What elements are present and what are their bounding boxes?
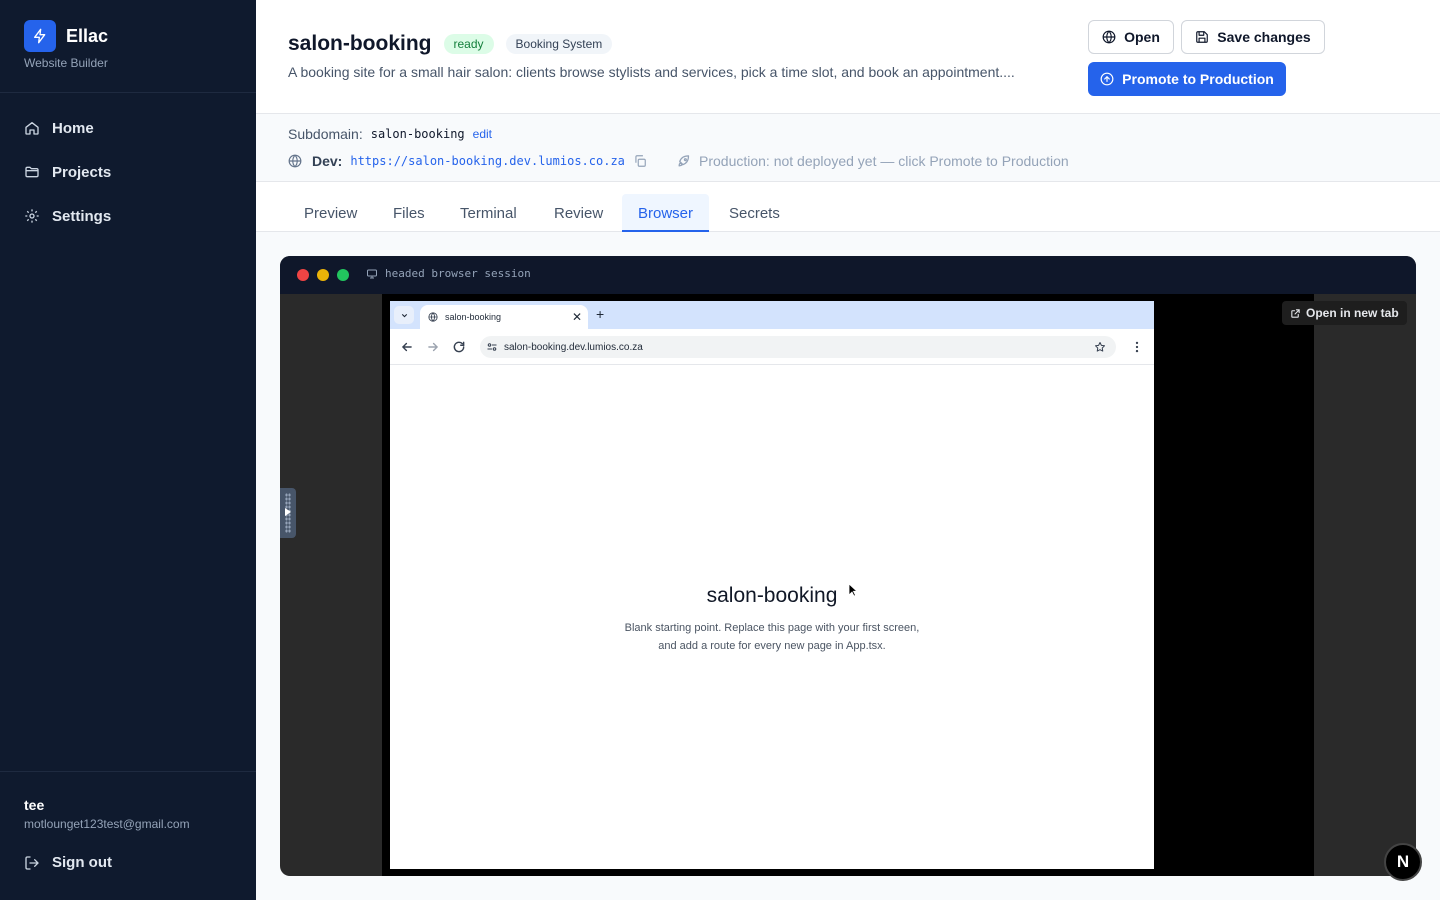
bookmark-star-icon[interactable] bbox=[1094, 341, 1106, 353]
address-bar-url: salon-booking.dev.lumios.co.za bbox=[504, 341, 643, 353]
side-panel-drag-handle[interactable] bbox=[280, 488, 296, 538]
user-info: tee motlounget123test@gmail.com bbox=[24, 797, 190, 831]
lightning-bolt-icon bbox=[24, 20, 56, 52]
dev-label: Dev: bbox=[312, 153, 343, 169]
tab-search-button[interactable] bbox=[394, 306, 414, 324]
sidebar-item-home[interactable]: Home bbox=[0, 106, 256, 150]
sign-out-label: Sign out bbox=[52, 854, 112, 871]
copy-icon[interactable] bbox=[633, 154, 647, 168]
subdomain-label: Subdomain: bbox=[288, 126, 363, 142]
save-changes-button[interactable]: Save changes bbox=[1181, 20, 1325, 54]
mouse-cursor-icon bbox=[848, 583, 858, 597]
tab-secrets[interactable]: Secrets bbox=[713, 194, 796, 232]
browser-toolbar: salon-booking.dev.lumios.co.za bbox=[390, 329, 1154, 365]
monitor-icon bbox=[367, 269, 377, 278]
framework-dev-indicator[interactable]: N bbox=[1384, 843, 1422, 881]
production-status-text: Production: not deployed yet — click Pro… bbox=[699, 153, 1069, 169]
play-arrow-icon bbox=[285, 508, 291, 516]
project-tabs: Preview Files Terminal Review Browser Se… bbox=[256, 182, 1440, 232]
open-in-new-tab-label: Open in new tab bbox=[1306, 306, 1399, 320]
brand-name: Ellac bbox=[66, 25, 109, 46]
external-link-icon bbox=[1291, 308, 1300, 318]
remote-page-description: Blank starting point. Replace this page … bbox=[624, 622, 920, 652]
upload-circle-icon bbox=[1100, 72, 1114, 86]
brand[interactable]: Ellac bbox=[24, 20, 108, 52]
status-badge: ready bbox=[443, 34, 494, 54]
remote-page-title: salon-booking bbox=[706, 584, 838, 607]
subdomain-row: Subdomain: salon-booking edit bbox=[288, 126, 492, 142]
remote-browser-viewport[interactable]: salon-booking ✕ + salon-booking.dev.lumi… bbox=[382, 294, 1314, 876]
open-button[interactable]: Open bbox=[1088, 20, 1174, 54]
browser-tabstrip: salon-booking ✕ + bbox=[390, 301, 1154, 329]
sidebar-item-label: Settings bbox=[52, 207, 112, 225]
chevron-down-icon bbox=[401, 313, 407, 317]
globe-icon bbox=[428, 312, 438, 322]
sidebar: Ellac Website Builder Home Projects Sett… bbox=[0, 0, 256, 900]
subdomain-value: salon-booking bbox=[370, 127, 465, 141]
browser-tab-title: salon-booking bbox=[445, 312, 502, 322]
address-bar[interactable]: salon-booking.dev.lumios.co.za bbox=[480, 336, 1116, 358]
sidebar-item-settings[interactable]: Settings bbox=[0, 194, 256, 238]
rocket-icon bbox=[678, 154, 690, 166]
brand-subtitle: Website Builder bbox=[24, 56, 108, 70]
tab-terminal[interactable]: Terminal bbox=[444, 194, 533, 232]
close-dot bbox=[297, 269, 309, 281]
browser-tab[interactable]: salon-booking ✕ bbox=[420, 305, 588, 329]
user-name: tee bbox=[24, 797, 45, 813]
project-description: A booking site for a small hair salon: c… bbox=[288, 64, 1015, 80]
promote-label: Promote to Production bbox=[1122, 71, 1274, 87]
save-icon bbox=[1196, 31, 1209, 43]
site-settings-icon[interactable] bbox=[486, 341, 498, 353]
sidebar-item-label: Projects bbox=[52, 163, 112, 181]
project-type-badge: Booking System bbox=[505, 34, 613, 54]
open-label: Open bbox=[1124, 29, 1160, 45]
maximize-dot bbox=[337, 269, 349, 281]
kebab-menu-icon[interactable] bbox=[1130, 340, 1144, 354]
dev-url-row: Dev: https://salon-booking.dev.lumios.co… bbox=[288, 153, 647, 169]
sidebar-divider bbox=[0, 92, 256, 93]
minimize-dot bbox=[317, 269, 329, 281]
session-label: headed browser session bbox=[366, 267, 531, 280]
globe-icon bbox=[288, 154, 302, 168]
tab-preview[interactable]: Preview bbox=[288, 194, 373, 232]
sign-out-icon bbox=[25, 855, 39, 870]
globe-icon bbox=[1102, 30, 1116, 44]
production-status: Production: not deployed yet — click Pro… bbox=[676, 153, 1069, 169]
sidebar-item-label: Home bbox=[52, 119, 94, 137]
session-label-text: headed browser session bbox=[385, 267, 531, 280]
browser-session-panel: headed browser session salon-booking ✕ + bbox=[280, 256, 1416, 876]
tab-files[interactable]: Files bbox=[377, 194, 441, 232]
folder-icon bbox=[25, 166, 39, 178]
gear-icon bbox=[25, 209, 39, 223]
sidebar-divider bbox=[0, 771, 256, 772]
reload-icon[interactable] bbox=[452, 340, 466, 354]
dev-url-link[interactable]: https://salon-booking.dev.lumios.co.za bbox=[350, 154, 625, 168]
save-label: Save changes bbox=[1217, 29, 1311, 45]
session-title-bar: headed browser session bbox=[280, 256, 1416, 294]
sidebar-item-projects[interactable]: Projects bbox=[0, 150, 256, 194]
tab-review[interactable]: Review bbox=[538, 194, 619, 232]
promote-to-production-button[interactable]: Promote to Production bbox=[1088, 62, 1286, 96]
tab-browser[interactable]: Browser bbox=[622, 194, 710, 232]
open-in-new-tab-button[interactable]: Open in new tab bbox=[1282, 301, 1407, 325]
forward-arrow-icon[interactable] bbox=[426, 340, 440, 354]
remote-browser-window: salon-booking ✕ + salon-booking.dev.lumi… bbox=[390, 301, 1154, 869]
sidebar-nav: Home Projects Settings bbox=[0, 106, 256, 238]
title-row: salon-booking ready Booking System bbox=[288, 32, 613, 56]
close-tab-icon[interactable]: ✕ bbox=[572, 310, 582, 324]
new-tab-icon[interactable]: + bbox=[596, 306, 604, 322]
deployment-info: Subdomain: salon-booking edit Dev: https… bbox=[256, 114, 1440, 182]
back-arrow-icon[interactable] bbox=[400, 340, 414, 354]
home-icon bbox=[25, 122, 39, 135]
project-header: salon-booking ready Booking System A boo… bbox=[256, 0, 1440, 114]
page-title: salon-booking bbox=[288, 32, 432, 55]
user-email: motlounget123test@gmail.com bbox=[24, 817, 190, 831]
main-content: salon-booking ready Booking System A boo… bbox=[256, 0, 1440, 900]
sign-out-button[interactable]: Sign out bbox=[24, 854, 112, 871]
edit-subdomain-link[interactable]: edit bbox=[473, 127, 492, 141]
